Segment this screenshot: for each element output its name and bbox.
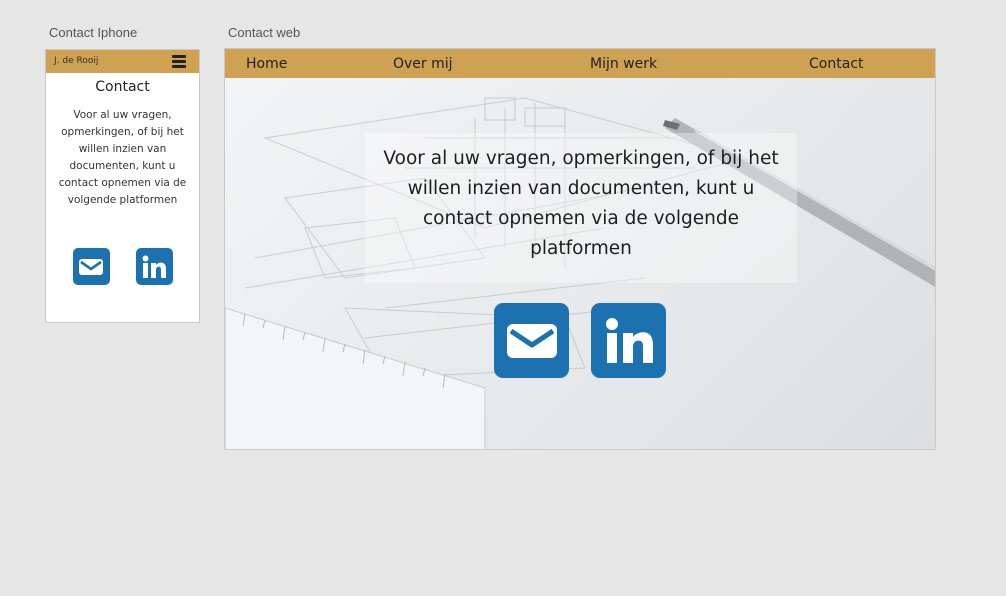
web-artboard: Home Over mij Mijn werk Contact Voor al … <box>224 48 936 450</box>
linkedin-icon[interactable] <box>135 248 173 285</box>
nav-contact[interactable]: Contact <box>809 56 863 72</box>
blueprint-illustration <box>225 97 935 449</box>
phone-nav-bar: J. de Rooij <box>46 50 199 73</box>
web-contact-icons <box>225 303 935 378</box>
nav-home[interactable]: Home <box>246 56 287 72</box>
nav-mijn-werk[interactable]: Mijn werk <box>590 56 657 72</box>
web-contact-text: Voor al uw vragen, opmerkingen, of bij h… <box>383 148 779 259</box>
phone-artboard: J. de Rooij Contact Voor al uw vragen, o… <box>45 49 200 323</box>
phone-page-title: Contact <box>95 79 150 95</box>
artboard-label-web: Contact web <box>228 25 301 40</box>
artboard-label-phone: Contact Iphone <box>49 25 138 40</box>
hamburger-menu-icon[interactable] <box>172 55 186 68</box>
phone-contact-icons <box>46 248 199 285</box>
phone-contact-text: Voor al uw vragen, opmerkingen, of bij h… <box>58 109 187 206</box>
envelope-icon[interactable] <box>494 303 569 378</box>
linkedin-icon[interactable] <box>591 303 666 378</box>
envelope-icon[interactable] <box>72 248 110 285</box>
nav-over-mij[interactable]: Over mij <box>393 56 453 72</box>
phone-brand[interactable]: J. de Rooij <box>54 56 98 66</box>
hero-blueprint-image: Voor al uw vragen, opmerkingen, of bij h… <box>225 78 935 449</box>
web-nav-bar: Home Over mij Mijn werk Contact <box>225 49 935 78</box>
